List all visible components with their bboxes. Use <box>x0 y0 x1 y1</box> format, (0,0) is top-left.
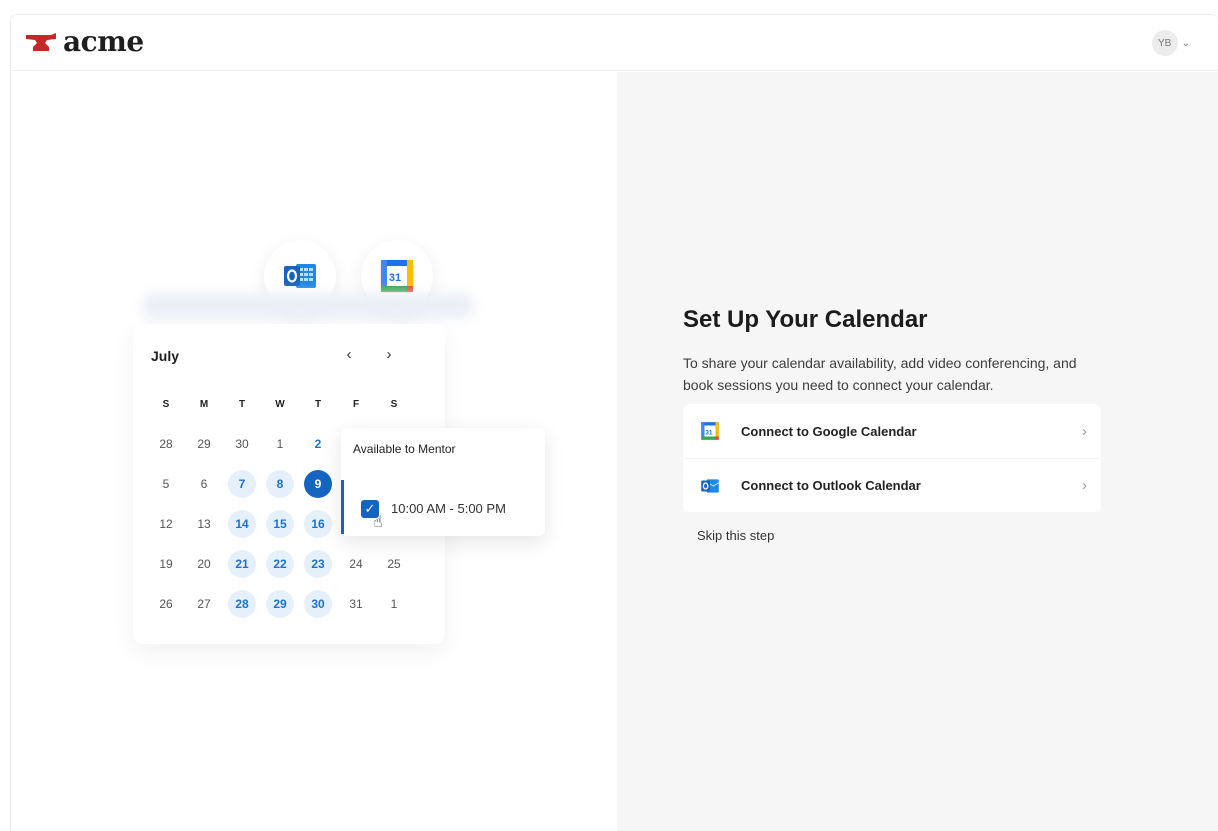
calendar-day[interactable]: 31 <box>337 584 375 624</box>
time-range: 10:00 AM - 5:00 PM <box>391 501 506 516</box>
month-label: July <box>151 348 180 364</box>
chevron-right-icon: › <box>1082 477 1087 494</box>
calendar-day[interactable]: 26 <box>147 584 185 624</box>
outlook-calendar-icon <box>284 264 316 288</box>
calendar-day[interactable]: 6 <box>185 464 223 504</box>
calendar-day[interactable]: 14 <box>223 504 261 544</box>
calendar-day[interactable]: 28 <box>147 424 185 464</box>
connect-google-button[interactable]: 31 Connect to Google Calendar › <box>683 404 1101 458</box>
connect-outlook-label: Connect to Outlook Calendar <box>741 478 921 493</box>
page-description: To share your calendar availability, add… <box>683 355 1077 393</box>
calendar-day[interactable]: 19 <box>147 544 185 584</box>
calendar-day[interactable]: 8 <box>261 464 299 504</box>
calendar-day[interactable]: 27 <box>185 584 223 624</box>
calendar-day[interactable]: 16 <box>299 504 337 544</box>
connect-outlook-button[interactable]: Connect to Outlook Calendar › <box>683 458 1101 512</box>
skip-step-link[interactable]: Skip this step <box>697 528 774 543</box>
calendar-day[interactable]: 30 <box>299 584 337 624</box>
calendar-day[interactable]: 13 <box>185 504 223 544</box>
calendar-day[interactable]: 7 <box>223 464 261 504</box>
calendar-day[interactable]: 23 <box>299 544 337 584</box>
calendar-day[interactable]: 1 <box>375 584 413 624</box>
calendar-day[interactable]: 1 <box>261 424 299 464</box>
calendar-day[interactable]: 28 <box>223 584 261 624</box>
calendar-day[interactable]: 15 <box>261 504 299 544</box>
connect-options: 31 Connect to Google Calendar › Connect … <box>683 404 1101 512</box>
calendar-day[interactable]: 24 <box>337 544 375 584</box>
chevron-right-icon[interactable]: › <box>377 342 401 366</box>
weekday-label: S <box>162 398 170 410</box>
weekday-label: T <box>314 398 322 410</box>
weekday-label: W <box>275 398 285 410</box>
setup-panel: Set Up Your Calendar To share your calen… <box>617 72 1218 831</box>
calendar-day[interactable]: 5 <box>147 464 185 504</box>
page-title: Set Up Your Calendar <box>683 306 928 333</box>
brand-name: acme <box>63 25 144 58</box>
connect-google-label: Connect to Google Calendar <box>741 423 917 439</box>
calendar-day[interactable]: 29 <box>261 584 299 624</box>
weekday-label: M <box>199 398 209 410</box>
hand-cursor-icon: ☝ <box>373 514 383 531</box>
brand-logo[interactable]: acme <box>25 27 144 57</box>
calendar-day[interactable]: 20 <box>185 544 223 584</box>
anvil-logo-icon <box>26 33 56 51</box>
calendar-day-selected[interactable]: 9 <box>299 464 337 504</box>
weekday-label: S <box>390 398 398 410</box>
svg-text:31: 31 <box>389 272 401 284</box>
weekday-label: T <box>238 398 246 410</box>
chevron-down-icon[interactable]: ⌄ <box>1182 38 1190 49</box>
calendar-shadow <box>143 294 473 318</box>
weekday-label: F <box>352 398 360 410</box>
svg-text:31: 31 <box>705 429 713 436</box>
chevron-left-icon[interactable]: ‹ <box>337 342 361 366</box>
avatar[interactable]: YB <box>1151 30 1178 56</box>
outlook-calendar-icon <box>699 475 721 497</box>
illustration-panel: 31 July ‹ › S M T W T F S 28 29 30 1 2 3 <box>11 72 617 831</box>
chevron-right-icon: › <box>1082 422 1087 440</box>
top-bar: acme YB ⌄ <box>11 15 1218 71</box>
calendar-day[interactable]: 12 <box>147 504 185 544</box>
calendar-day[interactable]: 22 <box>261 544 299 584</box>
google-calendar-icon: 31 <box>380 259 414 293</box>
account-menu[interactable]: YB ⌄ <box>1151 30 1190 56</box>
calendar-day[interactable]: 25 <box>375 544 413 584</box>
calendar-day[interactable]: 30 <box>223 424 261 464</box>
app-window: acme YB ⌄ 31 July ‹ › S M T W T F S 28 2… <box>10 14 1218 831</box>
availability-popup: Available to Mentor ✓ 10:00 AM - 5:00 PM… <box>341 428 545 536</box>
calendar-day[interactable]: 29 <box>185 424 223 464</box>
calendar-day[interactable]: 21 <box>223 544 261 584</box>
google-calendar-icon: 31 <box>699 420 721 442</box>
popup-accent-bar <box>341 480 344 534</box>
popup-title: Available to Mentor <box>353 442 456 456</box>
calendar-day[interactable]: 2 <box>299 424 337 464</box>
